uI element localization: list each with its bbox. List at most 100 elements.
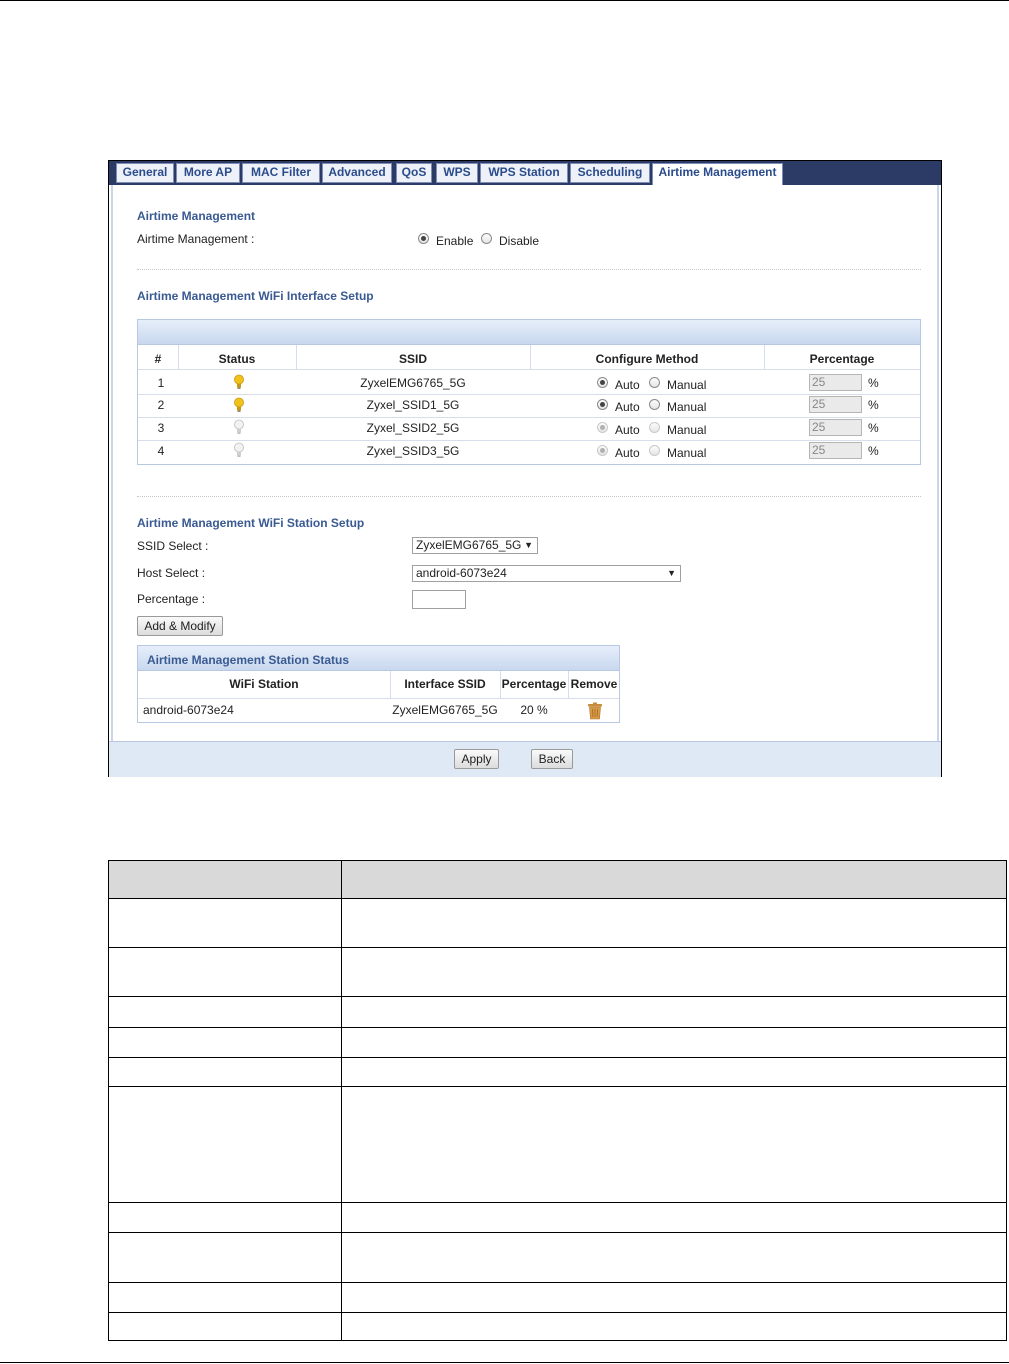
- percentage-input[interactable]: 25: [809, 442, 862, 459]
- col-separator: [568, 671, 569, 698]
- auto-radio[interactable]: [597, 399, 608, 410]
- host-select[interactable]: android-6073e24 ▼: [412, 565, 681, 582]
- manual-radio[interactable]: [649, 422, 660, 433]
- button-bar: Apply Back: [109, 741, 941, 777]
- percentage-input[interactable]: 25: [809, 374, 862, 391]
- tab-scheduling[interactable]: Scheduling: [570, 163, 650, 183]
- percent-unit: %: [868, 444, 879, 458]
- interface-table-bar: [138, 320, 920, 345]
- tab-general[interactable]: General: [116, 163, 174, 183]
- auto-label: Auto: [615, 423, 640, 437]
- row-number: 2: [157, 398, 165, 412]
- interface-ssid-cell: ZyxelEMG6765_5G: [392, 703, 498, 717]
- host-select-label: Host Select :: [137, 566, 206, 580]
- percent-unit: %: [868, 421, 879, 435]
- tab-airtime-management[interactable]: Airtime Management: [652, 163, 783, 185]
- enable-radio[interactable]: [418, 233, 429, 244]
- interface-table: # Status SSID Configure Method Percentag…: [137, 319, 921, 465]
- manual-label: Manual: [667, 446, 707, 460]
- row-line: [138, 698, 619, 699]
- percentage-input[interactable]: 25: [809, 396, 862, 413]
- col-header-interface-ssid: Interface SSID: [404, 677, 486, 691]
- tab-wps[interactable]: WPS: [436, 163, 478, 183]
- col-header-percentage: Percentage: [809, 352, 875, 366]
- ssid-cell: ZyxelEMG6765_5G: [360, 376, 466, 390]
- col-header-method: Configure Method: [595, 352, 699, 366]
- tab-advanced[interactable]: Advanced: [322, 163, 392, 183]
- airtime-field-label: Airtime Management :: [137, 232, 255, 246]
- manual-label: Manual: [667, 423, 707, 437]
- tab-mac-filter[interactable]: MAC Filter: [242, 163, 320, 183]
- station-percentage-cell: 20 %: [520, 703, 548, 717]
- add-modify-button[interactable]: Add & Modify: [137, 616, 223, 636]
- station-status-title: Airtime Management Station Status: [147, 653, 350, 667]
- row-number: 1: [157, 376, 165, 390]
- ssid-cell: Zyxel_SSID2_5G: [366, 421, 460, 435]
- content-area: Airtime Management Airtime Management : …: [111, 185, 939, 741]
- ssid-cell: Zyxel_SSID3_5G: [366, 444, 460, 458]
- tab-wps-station[interactable]: WPS Station: [480, 163, 568, 183]
- auto-radio[interactable]: [597, 422, 608, 433]
- table-row-line: [109, 1027, 1006, 1028]
- trash-icon[interactable]: [587, 702, 603, 720]
- manual-label: Manual: [667, 378, 707, 392]
- auto-radio[interactable]: [597, 445, 608, 456]
- disable-radio[interactable]: [481, 233, 492, 244]
- col-separator: [500, 671, 501, 698]
- ssid-select-label: SSID Select :: [137, 539, 209, 553]
- row-number: 4: [157, 444, 165, 458]
- station-status-table: Airtime Management Station Status WiFi S…: [137, 645, 620, 723]
- row-line: [138, 369, 920, 370]
- auto-label: Auto: [615, 446, 640, 460]
- ssid-select[interactable]: ZyxelEMG6765_5G ▼: [412, 537, 538, 554]
- table-row-line: [109, 898, 1006, 899]
- tab-more-ap[interactable]: More AP: [176, 163, 240, 183]
- divider: [137, 496, 921, 497]
- ssid-select-value: ZyxelEMG6765_5G: [416, 538, 522, 552]
- col-header-wifi-station: WiFi Station: [229, 677, 299, 691]
- col-separator: [178, 345, 179, 369]
- status-bulb-on-icon: [234, 374, 244, 389]
- chevron-down-icon: ▼: [667, 568, 676, 578]
- auto-label: Auto: [615, 400, 640, 414]
- manual-radio[interactable]: [649, 445, 660, 456]
- page-top-rule: [0, 0, 1009, 1]
- col-header-status: Status: [218, 352, 256, 366]
- divider: [137, 269, 921, 270]
- airtime-section-title: Airtime Management: [137, 209, 256, 223]
- status-bulb-on-icon: [234, 397, 244, 412]
- table-row-line: [109, 1232, 1006, 1233]
- row-line: [138, 417, 920, 418]
- col-separator: [296, 345, 297, 369]
- station-percentage-input[interactable]: [412, 590, 466, 609]
- table-column-divider: [341, 861, 342, 1340]
- row-number: 3: [157, 421, 165, 435]
- row-line: [138, 440, 920, 441]
- col-separator: [390, 671, 391, 698]
- auto-radio[interactable]: [597, 377, 608, 388]
- col-header-percentage: Percentage: [501, 677, 567, 691]
- status-bulb-off-icon: [234, 442, 244, 457]
- col-separator: [530, 345, 531, 369]
- tab-qos[interactable]: QoS: [396, 163, 432, 183]
- back-button[interactable]: Back: [531, 749, 573, 769]
- chevron-down-icon: ▼: [524, 540, 533, 550]
- apply-button[interactable]: Apply: [454, 749, 499, 769]
- manual-radio[interactable]: [649, 399, 660, 410]
- host-select-value: android-6073e24: [416, 566, 507, 580]
- ssid-cell: Zyxel_SSID1_5G: [366, 398, 460, 412]
- table-row-line: [109, 1312, 1006, 1313]
- table-row-line: [109, 1086, 1006, 1087]
- col-header-num: #: [154, 352, 162, 366]
- percentage-input[interactable]: 25: [809, 419, 862, 436]
- manual-radio[interactable]: [649, 377, 660, 388]
- col-header-remove: Remove: [570, 677, 618, 691]
- airtime-management-screen: General More AP MAC Filter Advanced QoS …: [108, 160, 942, 777]
- disable-label: Disable: [499, 234, 540, 248]
- table-row-line: [109, 996, 1006, 997]
- table-row-line: [109, 1202, 1006, 1203]
- auto-label: Auto: [615, 378, 640, 392]
- enable-label: Enable: [436, 234, 474, 248]
- station-setup-title: Airtime Management WiFi Station Setup: [137, 516, 365, 530]
- col-header-ssid: SSID: [398, 352, 427, 366]
